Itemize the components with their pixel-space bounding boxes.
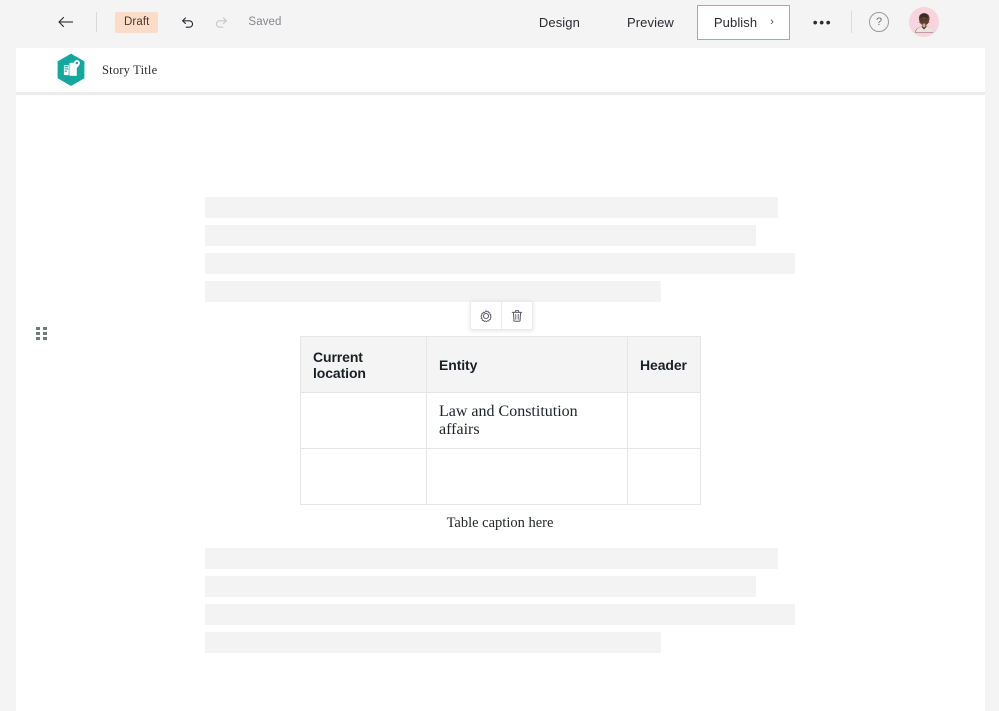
more-options-button[interactable]: ••• [808,9,834,35]
drag-dot [43,332,47,335]
story-logo[interactable] [56,53,86,87]
document-canvas: Story Title [16,48,985,711]
placeholder-line [205,548,778,569]
toolbar-divider-2 [851,11,852,33]
top-toolbar: Draft Saved Design Preview Publish › •••… [0,0,999,44]
toolbar-divider [96,12,97,32]
table-body: Law and Constitution affairs [301,393,701,505]
table-cell[interactable] [301,449,427,505]
user-avatar-image [909,7,939,37]
placeholder-line [205,253,795,274]
redo-button[interactable] [208,9,234,35]
status-badge[interactable]: Draft [115,12,158,33]
table-row: Law and Constitution affairs [301,393,701,449]
block-settings-button[interactable] [471,302,501,329]
trash-icon [510,309,524,323]
placeholder-line [205,281,661,302]
block-delete-button[interactable] [502,302,532,329]
table-cell[interactable]: Law and Constitution affairs [427,393,628,449]
placeholder-line [205,576,756,597]
story-map-book-logo-icon [56,53,86,87]
table-cell[interactable] [301,393,427,449]
avatar[interactable] [909,7,939,37]
placeholder-block-top [205,197,795,309]
preview-button[interactable]: Preview [627,15,674,30]
table-row [301,449,701,505]
table-header-cell[interactable]: Current location [301,337,427,393]
chevron-right-icon: › [770,17,774,28]
document-body: Current location Entity Header Law and C… [16,95,985,711]
drag-dot [36,337,40,340]
table-cell[interactable] [628,449,701,505]
table-head: Current location Entity Header [301,337,701,393]
placeholder-block-bottom [205,548,795,660]
publish-button[interactable]: Publish › [697,5,790,40]
table-caption[interactable]: Table caption here [300,515,700,532]
placeholder-line [205,632,661,653]
help-icon[interactable]: ? [869,12,889,32]
table-cell[interactable] [427,449,628,505]
drag-handle[interactable] [34,326,48,340]
drag-dot [43,337,47,340]
table-block[interactable]: Current location Entity Header Law and C… [300,336,700,532]
redo-icon [214,15,229,30]
placeholder-line [205,225,756,246]
drag-dot [36,332,40,335]
undo-button[interactable] [174,9,200,35]
table-cell[interactable] [628,393,701,449]
arrow-left-icon [58,16,74,28]
save-state-label: Saved [248,16,281,28]
data-table: Current location Entity Header Law and C… [300,336,701,505]
design-button[interactable]: Design [539,15,580,30]
back-button[interactable] [55,11,77,33]
gear-icon [479,309,493,323]
document-header: Story Title [16,48,985,92]
drag-dot [36,327,40,330]
undo-icon [180,15,195,30]
page-title[interactable]: Story Title [102,63,157,78]
toolbar-right-group: Design Preview Publish › ••• ? [539,5,999,40]
publish-label: Publish [714,15,757,30]
table-header-cell[interactable]: Entity [427,337,628,393]
drag-dot [43,327,47,330]
placeholder-line [205,197,778,218]
placeholder-line [205,604,795,625]
table-header-cell[interactable]: Header [628,337,701,393]
table-header-row: Current location Entity Header [301,337,701,393]
block-toolbar [470,301,533,330]
